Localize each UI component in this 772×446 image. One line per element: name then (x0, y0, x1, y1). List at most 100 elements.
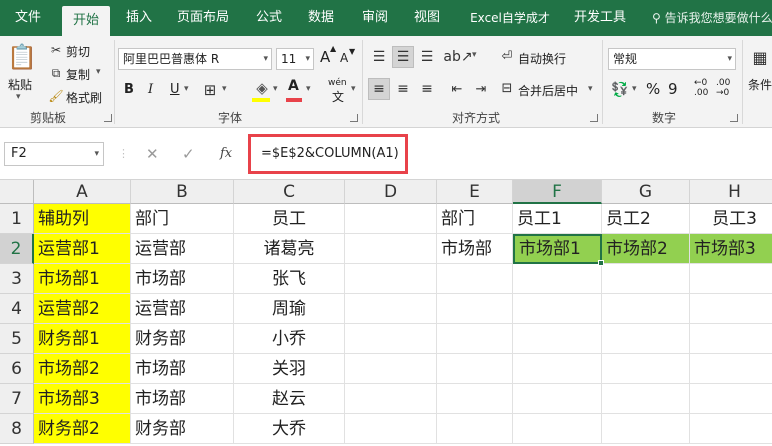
copy-button[interactable]: 复制 (66, 66, 90, 83)
decrease-decimal-icon[interactable]: .00 →0 (716, 78, 730, 98)
cell-f4[interactable] (513, 294, 602, 324)
cell-g2[interactable]: 市场部2 (602, 234, 690, 264)
cell-a7[interactable]: 市场部3 (34, 384, 131, 414)
cell-d2[interactable] (345, 234, 437, 264)
tab-view[interactable]: 视图 (404, 0, 450, 36)
cell-e1[interactable]: 部门 (437, 204, 513, 234)
cell-c5[interactable]: 小乔 (234, 324, 345, 354)
cell-b3[interactable]: 市场部 (131, 264, 234, 294)
cell-f8[interactable] (513, 414, 602, 444)
merge-center-button[interactable]: 合并后居中 (518, 82, 578, 99)
wrap-text-icon[interactable]: ⏎ (498, 46, 516, 66)
paste-icon[interactable]: 📋 (7, 40, 37, 74)
cell-c6[interactable]: 关羽 (234, 354, 345, 384)
shrink-font-button[interactable]: A (340, 51, 348, 65)
number-format-select[interactable]: 常规 ▾ (608, 48, 736, 70)
column-header-d[interactable]: D (345, 180, 437, 204)
cell-f2-active[interactable]: 市场部1 (513, 234, 602, 264)
cell-b8[interactable]: 财务部 (131, 414, 234, 444)
enter-icon[interactable]: ✓ (182, 142, 195, 166)
cell-f5[interactable] (513, 324, 602, 354)
percent-button[interactable]: % (646, 80, 660, 98)
merge-dropdown-icon[interactable]: ▾ (588, 84, 593, 94)
conditional-formatting-icon[interactable]: ▦ (750, 44, 770, 70)
cell-e3[interactable] (437, 264, 513, 294)
cell-h3[interactable] (690, 264, 772, 294)
tab-page-layout[interactable]: 页面布局 (168, 0, 238, 36)
cell-c2[interactable]: 诸葛亮 (234, 234, 345, 264)
borders-icon[interactable]: ⊞ (200, 80, 220, 100)
cell-a1[interactable]: 辅助列 (34, 204, 131, 234)
column-header-b[interactable]: B (131, 180, 234, 204)
cell-c3[interactable]: 张飞 (234, 264, 345, 294)
align-center-icon[interactable]: ≡ (392, 78, 414, 100)
cell-c4[interactable]: 周瑜 (234, 294, 345, 324)
font-size-select[interactable]: 11 ▾ (276, 48, 314, 70)
comma-style-button[interactable]: 9 (668, 80, 678, 98)
cell-g7[interactable] (602, 384, 690, 414)
cell-h2[interactable]: 市场部3 (690, 234, 772, 264)
column-header-e[interactable]: E (437, 180, 513, 204)
increase-decimal-icon[interactable]: ←0.00 (694, 78, 708, 98)
insert-function-button[interactable]: fx (220, 142, 232, 166)
format-painter-icon[interactable]: 🖌 (48, 88, 64, 104)
cell-f1[interactable]: 员工1 (513, 204, 602, 234)
column-header-h[interactable]: H (690, 180, 772, 204)
underline-dropdown-icon[interactable]: ▾ (184, 84, 189, 94)
cell-d7[interactable] (345, 384, 437, 414)
cell-a6[interactable]: 市场部2 (34, 354, 131, 384)
increase-indent-icon[interactable]: ⇥ (470, 78, 492, 100)
cell-b2[interactable]: 运营部 (131, 234, 234, 264)
cell-a3[interactable]: 市场部1 (34, 264, 131, 294)
cell-a5[interactable]: 财务部1 (34, 324, 131, 354)
font-color-button[interactable]: A (288, 78, 299, 94)
cell-d8[interactable] (345, 414, 437, 444)
row-header-5[interactable]: 5 (0, 324, 34, 354)
cell-e7[interactable] (437, 384, 513, 414)
cell-d1[interactable] (345, 204, 437, 234)
bold-button[interactable]: B (124, 82, 134, 97)
cell-a2[interactable]: 运营部1 (34, 234, 131, 264)
tab-insert[interactable]: 插入 (116, 0, 162, 36)
align-top-icon[interactable]: ☰ (368, 46, 390, 68)
align-bottom-icon[interactable]: ☰ (416, 46, 438, 68)
font-launcher-icon[interactable] (350, 114, 358, 122)
grow-font-button[interactable]: A (320, 48, 330, 66)
tab-developer[interactable]: 开发工具 (568, 0, 632, 36)
currency-dropdown-icon[interactable]: ▾ (632, 84, 637, 94)
cell-b1[interactable]: 部门 (131, 204, 234, 234)
column-header-a[interactable]: A (34, 180, 131, 204)
cell-e2[interactable]: 市场部 (437, 234, 513, 264)
phonetic-guide-button[interactable]: wén (328, 78, 347, 88)
cell-h7[interactable] (690, 384, 772, 414)
tell-me-box[interactable]: ⚲ 告诉我您想要做什么... (652, 0, 772, 36)
cell-b7[interactable]: 市场部 (131, 384, 234, 414)
cell-a4[interactable]: 运营部2 (34, 294, 131, 324)
cell-g1[interactable]: 员工2 (602, 204, 690, 234)
tab-home[interactable]: 开始 (62, 6, 110, 36)
tab-excel-zixue[interactable]: Excel自学成才 (460, 0, 560, 36)
align-right-icon[interactable]: ≡ (416, 78, 438, 100)
cell-f3[interactable] (513, 264, 602, 294)
cell-h8[interactable] (690, 414, 772, 444)
currency-icon[interactable]: 💱 (610, 80, 630, 100)
row-header-6[interactable]: 6 (0, 354, 34, 384)
phonetic-dropdown-icon[interactable]: ▾ (351, 84, 356, 94)
copy-dropdown-icon[interactable]: ▾ (96, 67, 101, 77)
fill-handle[interactable] (598, 260, 604, 266)
cut-button[interactable]: 剪切 (66, 43, 90, 60)
tab-data[interactable]: 数据 (298, 0, 344, 36)
tab-review[interactable]: 审阅 (352, 0, 398, 36)
row-header-2[interactable]: 2 (0, 234, 34, 264)
wrap-text-button[interactable]: 自动换行 (518, 50, 566, 67)
cell-g4[interactable] (602, 294, 690, 324)
cell-d5[interactable] (345, 324, 437, 354)
cell-b6[interactable]: 市场部 (131, 354, 234, 384)
conditional-formatting-button[interactable]: 条件 (748, 76, 772, 93)
underline-button[interactable]: U (170, 82, 180, 97)
scissors-icon[interactable]: ✂ (48, 42, 64, 58)
cell-c8[interactable]: 大乔 (234, 414, 345, 444)
orientation-icon[interactable]: ab↗ (443, 46, 472, 68)
cell-e4[interactable] (437, 294, 513, 324)
cell-d6[interactable] (345, 354, 437, 384)
